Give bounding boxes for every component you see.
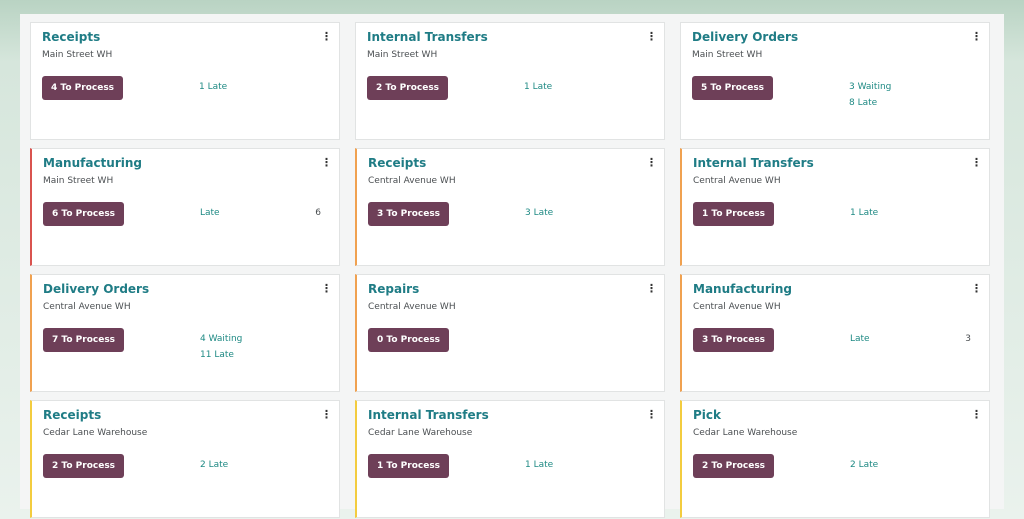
late-link[interactable]: Late <box>200 205 220 221</box>
operation-card-repairs-central[interactable]: Repairs Central Avenue WH ⋮ 0 To Process <box>355 274 665 392</box>
kebab-vertical-icon[interactable]: ⋮ <box>321 407 332 423</box>
card-stats: 1 Late <box>525 457 553 473</box>
card-stats: 4 Waiting 11 Late <box>200 331 242 363</box>
to-process-button[interactable]: 2 To Process <box>693 454 775 478</box>
card-stats: 3 Waiting 8 Late <box>849 79 891 111</box>
card-warehouse: Central Avenue WH <box>368 176 456 186</box>
late-link[interactable]: 2 Late <box>850 457 878 473</box>
late-link[interactable]: 1 Late <box>525 457 553 473</box>
kebab-vertical-icon[interactable]: ⋮ <box>321 281 332 297</box>
to-process-button[interactable]: 2 To Process <box>367 76 449 100</box>
card-warehouse: Cedar Lane Warehouse <box>368 428 473 438</box>
card-warehouse: Central Avenue WH <box>43 302 131 312</box>
late-link[interactable]: 3 Late <box>525 205 553 221</box>
card-stats: 1 Late <box>199 79 227 95</box>
operation-card-receipts-main[interactable]: Receipts Main Street WH ⋮ 4 To Process 1… <box>30 22 340 140</box>
waiting-link[interactable]: 4 Waiting <box>200 331 242 347</box>
kebab-vertical-icon[interactable]: ⋮ <box>646 281 657 297</box>
card-title[interactable]: Manufacturing <box>43 156 142 170</box>
kebab-vertical-icon[interactable]: ⋮ <box>646 29 657 45</box>
card-title[interactable]: Receipts <box>43 408 101 422</box>
card-title[interactable]: Delivery Orders <box>43 282 149 296</box>
card-warehouse: Central Avenue WH <box>693 176 781 186</box>
card-stats: 3 Late <box>525 205 553 221</box>
to-process-button[interactable]: 3 To Process <box>693 328 775 352</box>
operation-card-delivery-central[interactable]: Delivery Orders Central Avenue WH ⋮ 7 To… <box>30 274 340 392</box>
card-warehouse: Cedar Lane Warehouse <box>43 428 148 438</box>
to-process-button[interactable]: 0 To Process <box>368 328 450 352</box>
kebab-vertical-icon[interactable]: ⋮ <box>321 29 332 45</box>
card-title[interactable]: Pick <box>693 408 721 422</box>
operation-card-receipts-central[interactable]: Receipts Central Avenue WH ⋮ 3 To Proces… <box>355 148 665 266</box>
late-link[interactable]: 8 Late <box>849 95 891 111</box>
late-link[interactable]: Late <box>850 331 870 347</box>
card-title[interactable]: Manufacturing <box>693 282 792 296</box>
card-stats: Late <box>850 331 870 347</box>
operation-card-manufacturing-central[interactable]: Manufacturing Central Avenue WH ⋮ 3 To P… <box>680 274 990 392</box>
to-process-button[interactable]: 3 To Process <box>368 202 450 226</box>
card-title[interactable]: Receipts <box>368 156 426 170</box>
card-warehouse: Main Street WH <box>692 50 763 60</box>
card-title[interactable]: Internal Transfers <box>367 30 488 44</box>
kebab-vertical-icon[interactable]: ⋮ <box>321 155 332 171</box>
late-link[interactable]: 2 Late <box>200 457 228 473</box>
to-process-button[interactable]: 6 To Process <box>43 202 125 226</box>
late-link[interactable]: 1 Late <box>524 79 552 95</box>
kebab-vertical-icon[interactable]: ⋮ <box>646 155 657 171</box>
late-count: 3 <box>965 334 971 344</box>
kebab-vertical-icon[interactable]: ⋮ <box>971 407 982 423</box>
to-process-button[interactable]: 1 To Process <box>368 454 450 478</box>
card-title[interactable]: Internal Transfers <box>368 408 489 422</box>
to-process-button[interactable]: 7 To Process <box>43 328 125 352</box>
card-title[interactable]: Receipts <box>42 30 100 44</box>
kebab-vertical-icon[interactable]: ⋮ <box>971 155 982 171</box>
waiting-link[interactable]: 3 Waiting <box>849 79 891 95</box>
card-warehouse: Main Street WH <box>367 50 438 60</box>
card-title[interactable]: Internal Transfers <box>693 156 814 170</box>
card-stats: Late <box>200 205 220 221</box>
operation-card-receipts-cedar[interactable]: Receipts Cedar Lane Warehouse ⋮ 2 To Pro… <box>30 400 340 518</box>
card-stats: 2 Late <box>850 457 878 473</box>
to-process-button[interactable]: 1 To Process <box>693 202 775 226</box>
to-process-button[interactable]: 2 To Process <box>43 454 125 478</box>
card-stats: 2 Late <box>200 457 228 473</box>
card-warehouse: Central Avenue WH <box>693 302 781 312</box>
card-title[interactable]: Delivery Orders <box>692 30 798 44</box>
kebab-vertical-icon[interactable]: ⋮ <box>971 29 982 45</box>
operation-card-internal-central[interactable]: Internal Transfers Central Avenue WH ⋮ 1… <box>680 148 990 266</box>
kebab-vertical-icon[interactable]: ⋮ <box>646 407 657 423</box>
card-stats: 1 Late <box>524 79 552 95</box>
card-title[interactable]: Repairs <box>368 282 419 296</box>
late-link[interactable]: 1 Late <box>199 79 227 95</box>
operations-dashboard: Receipts Main Street WH ⋮ 4 To Process 1… <box>20 14 1004 518</box>
card-warehouse: Central Avenue WH <box>368 302 456 312</box>
card-warehouse: Cedar Lane Warehouse <box>693 428 798 438</box>
kebab-vertical-icon[interactable]: ⋮ <box>971 281 982 297</box>
card-warehouse: Main Street WH <box>42 50 113 60</box>
operation-card-delivery-main[interactable]: Delivery Orders Main Street WH ⋮ 5 To Pr… <box>680 22 990 140</box>
operation-card-internal-cedar[interactable]: Internal Transfers Cedar Lane Warehouse … <box>355 400 665 518</box>
card-stats: 1 Late <box>850 205 878 221</box>
late-link[interactable]: 11 Late <box>200 347 242 363</box>
to-process-button[interactable]: 4 To Process <box>42 76 124 100</box>
late-count: 6 <box>315 208 321 218</box>
operation-card-pick-cedar[interactable]: Pick Cedar Lane Warehouse ⋮ 2 To Process… <box>680 400 990 518</box>
operation-card-internal-main[interactable]: Internal Transfers Main Street WH ⋮ 2 To… <box>355 22 665 140</box>
to-process-button[interactable]: 5 To Process <box>692 76 774 100</box>
operation-card-manufacturing-main[interactable]: Manufacturing Main Street WH ⋮ 6 To Proc… <box>30 148 340 266</box>
card-warehouse: Main Street WH <box>43 176 114 186</box>
late-link[interactable]: 1 Late <box>850 205 878 221</box>
